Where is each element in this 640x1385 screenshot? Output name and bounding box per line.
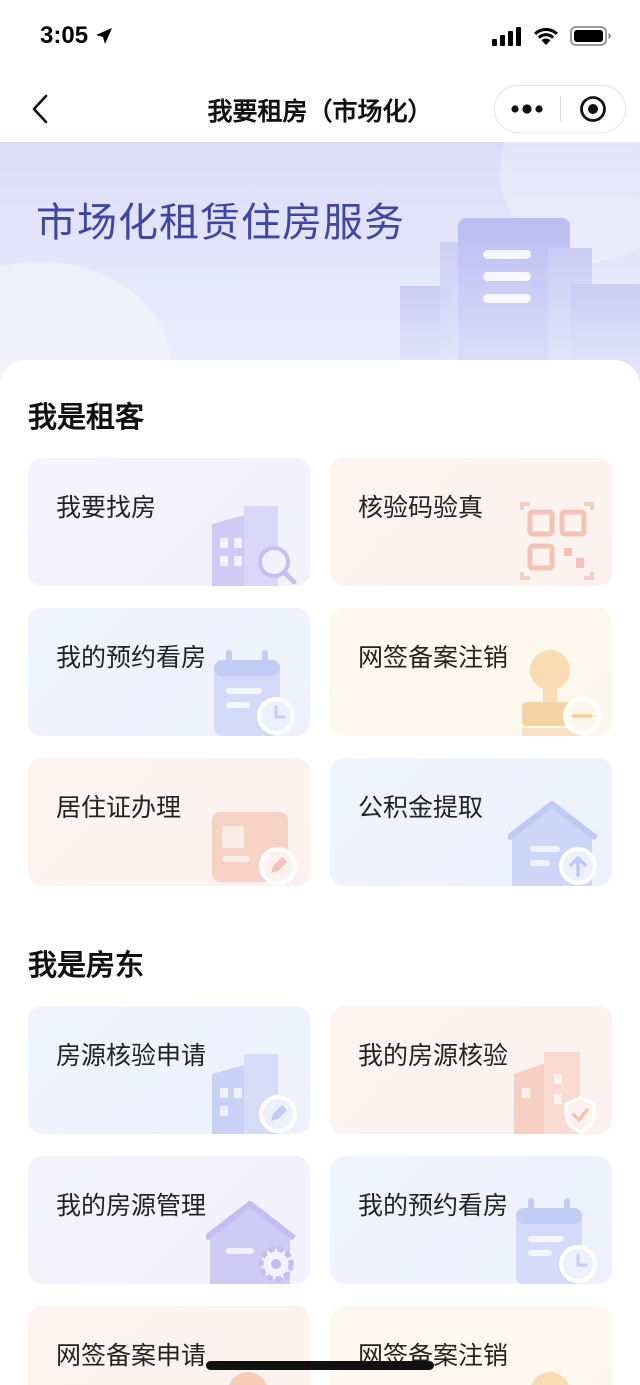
status-time: 3:05: [40, 22, 114, 50]
card-edit-icon: [212, 812, 297, 885]
cellular-signal-icon: [492, 27, 521, 46]
banner: 市场化租赁住房服务: [0, 142, 640, 382]
wifi-icon: [534, 27, 558, 45]
house-upload-icon: [508, 801, 598, 886]
tile-label: 我的房源管理: [56, 1191, 207, 1220]
tile-listing-verify-apply[interactable]: 房源核验申请: [28, 1006, 310, 1134]
tile-find-house[interactable]: 我要找房: [28, 458, 310, 586]
building-search-icon: [212, 506, 297, 586]
tile-contract-filing-cancel[interactable]: 网签备案注销: [330, 608, 612, 736]
tile-label: 我要找房: [56, 493, 157, 522]
tile-my-viewing-appointment-landlord[interactable]: 我的预约看房: [330, 1156, 612, 1284]
tile-residence-permit[interactable]: 居住证办理: [28, 758, 310, 886]
stamp-minus-icon: [531, 1372, 569, 1385]
location-arrow-icon: [96, 28, 113, 44]
tile-label: 公积金提取: [358, 793, 484, 822]
tile-contract-filing-apply[interactable]: 网签备案申请: [28, 1306, 310, 1385]
home-indicator[interactable]: [206, 1361, 434, 1370]
more-dots-icon: [511, 104, 543, 114]
buildings-illustration-icon: [400, 218, 640, 382]
tile-housing-fund-withdraw[interactable]: 公积金提取: [330, 758, 612, 886]
banner-title: 市场化租赁住房服务: [36, 200, 405, 246]
tile-label: 网签备案申请: [56, 1341, 207, 1370]
target-circle-icon: [579, 96, 606, 122]
tile-contract-filing-cancel-landlord[interactable]: 网签备案注销: [330, 1306, 612, 1385]
tile-label: 我的预约看房: [56, 643, 207, 672]
more-button[interactable]: [495, 86, 560, 132]
house-gear-icon: [206, 1201, 296, 1284]
calendar-clock-icon: [516, 1198, 597, 1284]
tile-label: 核验码验真: [358, 493, 484, 522]
building-edit-icon: [212, 1054, 297, 1134]
battery-icon: [570, 26, 611, 46]
status-bar: 3:05: [0, 0, 640, 76]
tile-label: 网签备案注销: [358, 643, 509, 672]
mini-program-capsule: [494, 85, 626, 133]
status-icons: [492, 26, 612, 46]
service-content: 我是租客 我要找房 核验码验真 我的预约看房 网签备案注销 居住证办理 公积金提…: [0, 360, 640, 1385]
tile-label: 居住证办理: [56, 793, 182, 822]
clock-text: 3:05: [40, 22, 89, 49]
qr-code-icon: [520, 502, 594, 580]
building-shield-icon: [514, 1052, 596, 1134]
section-title-tenant: 我是租客: [28, 400, 145, 434]
tile-verify-code[interactable]: 核验码验真: [330, 458, 612, 586]
calendar-clock-icon: [214, 650, 295, 736]
tile-label: 我的房源核验: [358, 1041, 509, 1070]
close-mini-program-button[interactable]: [561, 86, 626, 132]
tile-my-listing-manage[interactable]: 我的房源管理: [28, 1156, 310, 1284]
stamp-minus-icon: [522, 650, 601, 736]
section-title-landlord: 我是房东: [28, 948, 145, 982]
tile-my-listing-verify[interactable]: 我的房源核验: [330, 1006, 612, 1134]
tile-my-viewing-appointment[interactable]: 我的预约看房: [28, 608, 310, 736]
tile-label: 我的预约看房: [358, 1191, 509, 1220]
nav-bar: 我要租房（市场化）: [0, 76, 640, 142]
tile-label: 房源核验申请: [56, 1041, 207, 1070]
